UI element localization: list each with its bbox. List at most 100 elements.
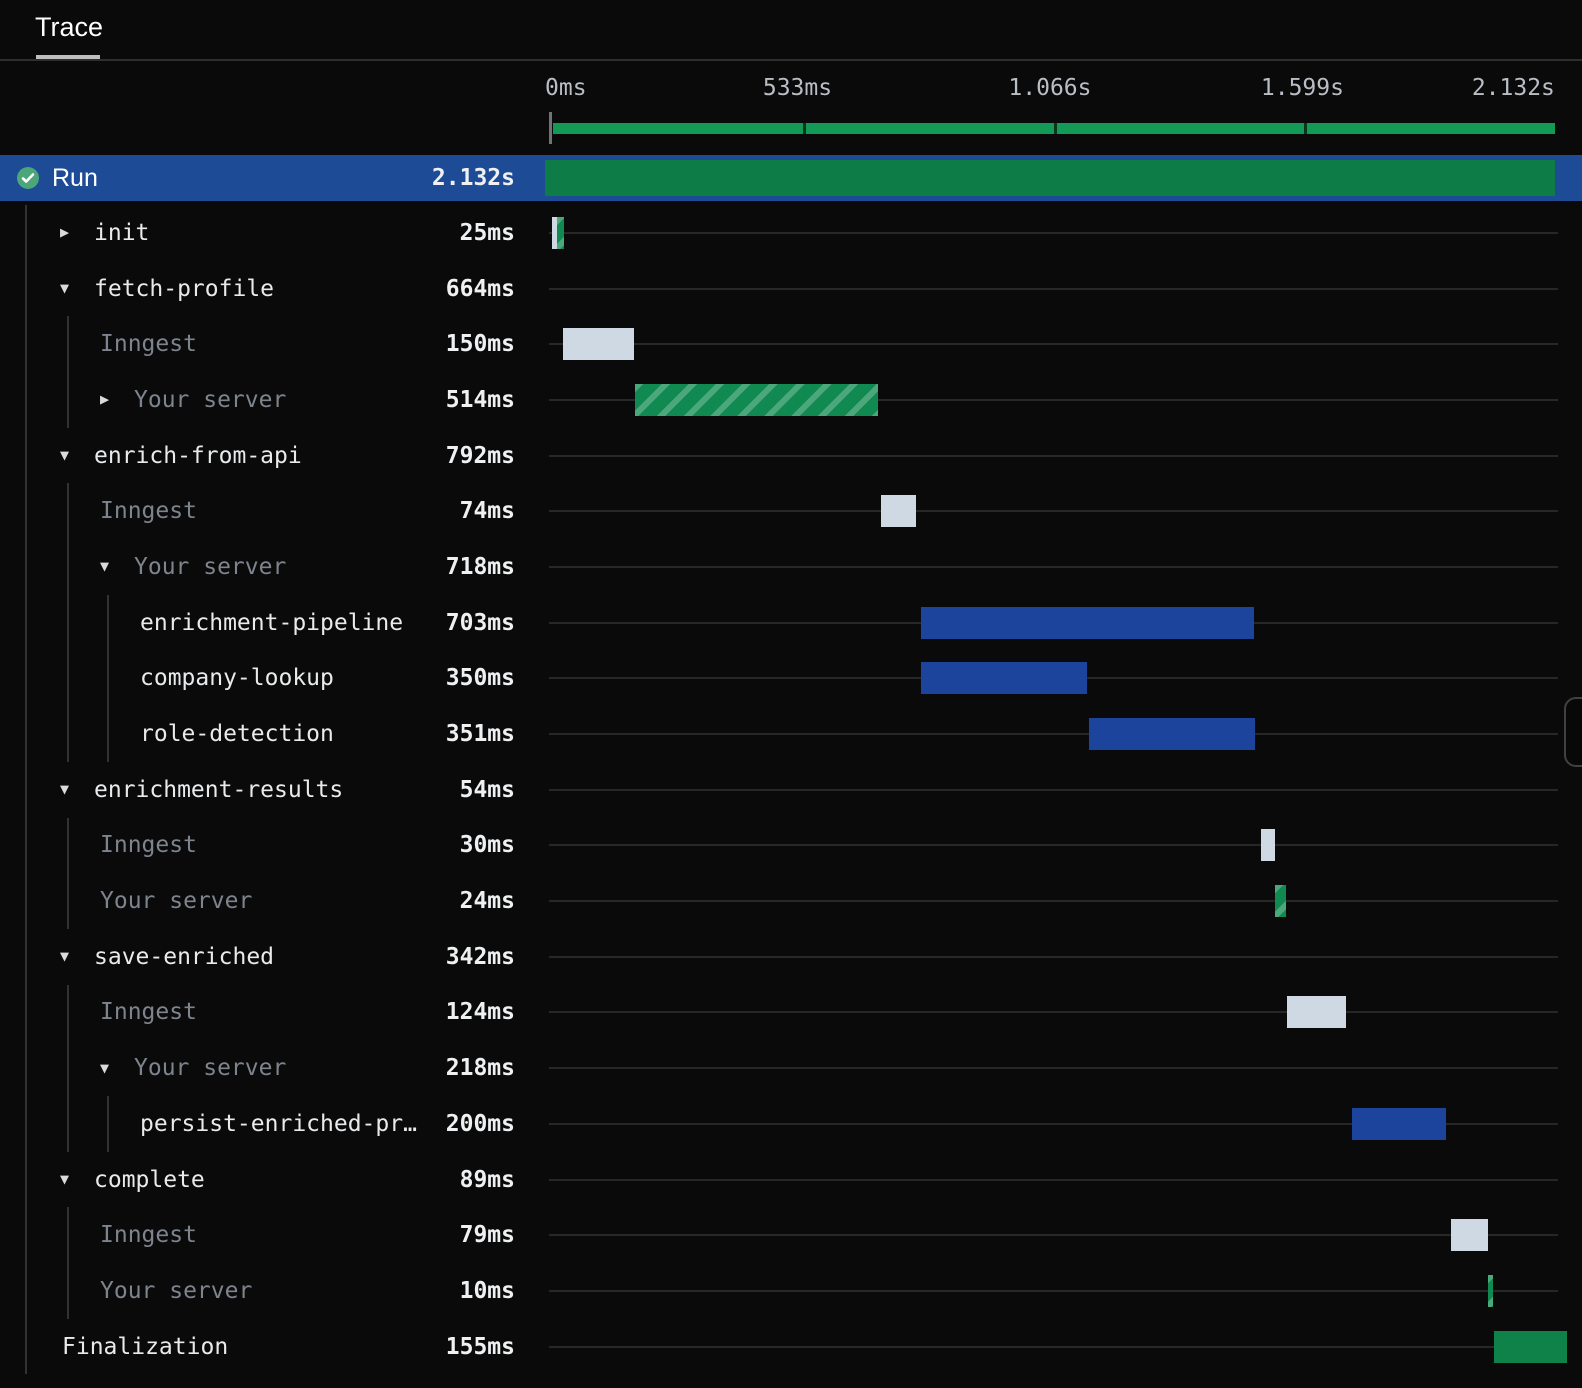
span-bar-blue[interactable]: [921, 662, 1087, 695]
span-duration: 2.132s: [431, 165, 515, 191]
span-label: Inngest: [100, 1222, 197, 1249]
span-label: persist-enriched-pr…: [140, 1110, 417, 1137]
span-duration: 24ms: [459, 888, 515, 915]
span-duration: 155ms: [445, 1333, 515, 1360]
tree-guide-line: [25, 761, 27, 818]
span-bar-blue[interactable]: [1088, 718, 1256, 751]
span-label: complete: [94, 1166, 205, 1193]
span-bar-green-hatch[interactable]: [635, 383, 879, 416]
span-label: Your server: [134, 553, 287, 580]
tree-guide-line: [107, 594, 109, 651]
trace-row-init[interactable]: ▶ init 25ms: [0, 205, 1582, 261]
span-bar-green[interactable]: [545, 160, 1555, 196]
trace-row-your-server[interactable]: Your server 24ms: [0, 873, 1582, 929]
span-duration: 218ms: [445, 1055, 515, 1082]
span-label: Inngest: [100, 331, 197, 358]
axis-tick-label: 1.599s: [1260, 75, 1344, 101]
chevron-right-icon[interactable]: ▶: [60, 225, 76, 240]
tree-guide-line: [107, 1096, 109, 1152]
tree-guide-line: [25, 706, 27, 762]
span-bar-gray[interactable]: [1450, 1219, 1489, 1252]
span-bar-green-hatch[interactable]: [1274, 885, 1287, 918]
span-label: Run: [52, 163, 98, 192]
trace-row-inngest[interactable]: Inngest 79ms: [0, 1207, 1582, 1264]
span-label: role-detection: [140, 721, 334, 748]
minimap-section-divider: [1304, 123, 1308, 134]
span-duration: 351ms: [445, 721, 515, 748]
tree-guide-line: [25, 928, 27, 985]
tree-guide-line: [67, 650, 69, 707]
trace-row-inngest[interactable]: Inngest 124ms: [0, 984, 1582, 1041]
axis-tick-label: 1.066s: [1008, 75, 1092, 101]
trace-row-inngest[interactable]: Inngest 30ms: [0, 817, 1582, 874]
trace-row-run[interactable]: Run 2.132s: [0, 155, 1582, 201]
trace-row-your-server[interactable]: ▼ Your server 718ms: [0, 539, 1582, 595]
scrollbar-thumb[interactable]: [1564, 697, 1582, 767]
span-bar-green-hatch[interactable]: [556, 216, 564, 249]
tab-trace-label: Trace: [35, 12, 104, 42]
span-bar-gray[interactable]: [1260, 829, 1275, 862]
chevron-down-icon[interactable]: ▼: [100, 1060, 116, 1076]
span-bar-gray[interactable]: [562, 328, 635, 361]
trace-row-complete[interactable]: ▼ complete 89ms: [0, 1151, 1582, 1208]
span-bar-green-hatch[interactable]: [1488, 1274, 1493, 1307]
tree-guide-line: [67, 594, 69, 651]
span-label: enrichment-pipeline: [140, 609, 404, 636]
chevron-down-icon[interactable]: ▼: [60, 1172, 76, 1187]
trace-row-company-lookup[interactable]: company-lookup 350ms: [0, 650, 1582, 707]
tree-guide-line: [25, 1040, 27, 1096]
chevron-down-icon[interactable]: ▼: [60, 281, 76, 296]
tree-guide-line: [25, 1151, 27, 1208]
trace-row-inngest[interactable]: Inngest 150ms: [0, 316, 1582, 373]
tree-guide-line: [67, 372, 69, 428]
span-duration: 718ms: [445, 553, 515, 580]
axis-tick-label: 2.132s: [1471, 75, 1555, 101]
span-duration: 74ms: [459, 498, 515, 525]
axis-scale: 0ms 533ms 1.066s 1.599s 2.132s: [545, 61, 1555, 155]
trace-row-enrichment-results[interactable]: ▼ enrichment-results 54ms: [0, 761, 1582, 818]
trace-row-inngest[interactable]: Inngest 74ms: [0, 483, 1582, 540]
trace-row-enrich-from-api[interactable]: ▼ enrich-from-api 792ms: [0, 427, 1582, 484]
tree-guide-line: [67, 1096, 69, 1152]
span-bar-gray[interactable]: [880, 495, 916, 528]
trace-row-persist-enriched-pr[interactable]: persist-enriched-pr… 200ms: [0, 1096, 1582, 1152]
span-duration: 514ms: [445, 386, 515, 413]
tree-guide-line: [25, 873, 27, 929]
chevron-down-icon[interactable]: ▼: [60, 782, 76, 797]
trace-row-fetch-profile[interactable]: ▼ fetch-profile 664ms: [0, 260, 1582, 317]
tree-guide-line: [67, 316, 69, 373]
tree-guide-line: [67, 984, 69, 1041]
trace-row-your-server[interactable]: Your server 10ms: [0, 1263, 1582, 1319]
tab-trace[interactable]: Trace: [35, 12, 103, 43]
trace-row-role-detection[interactable]: role-detection 351ms: [0, 706, 1582, 762]
trace-row-your-server[interactable]: ▶ Your server 514ms: [0, 372, 1582, 428]
span-bar-green-solid[interactable]: [1493, 1330, 1568, 1363]
tree-guide-line: [25, 1096, 27, 1152]
trace-row-your-server[interactable]: ▼ Your server 218ms: [0, 1040, 1582, 1096]
span-bar-blue[interactable]: [1351, 1107, 1447, 1140]
span-duration: 79ms: [459, 1222, 515, 1249]
tree-guide-line: [107, 706, 109, 762]
span-bar-gray[interactable]: [1286, 996, 1346, 1029]
tree-guide-line: [25, 1207, 27, 1264]
span-duration: 30ms: [459, 832, 515, 859]
span-duration: 89ms: [459, 1166, 515, 1193]
span-duration: 54ms: [459, 776, 515, 803]
span-label: Your server: [100, 1277, 253, 1304]
span-duration: 150ms: [445, 331, 515, 358]
chevron-down-icon[interactable]: ▼: [60, 448, 76, 463]
trace-row-save-enriched[interactable]: ▼ save-enriched 342ms: [0, 928, 1582, 985]
span-label: Inngest: [100, 999, 197, 1026]
chevron-right-icon[interactable]: ▶: [100, 392, 116, 407]
span-label: Your server: [100, 888, 253, 915]
trace-row-finalization[interactable]: Finalization 155ms: [0, 1318, 1582, 1375]
span-bar-blue[interactable]: [921, 606, 1255, 639]
chevron-down-icon[interactable]: ▼: [100, 559, 116, 574]
tree-guide-line: [25, 372, 27, 428]
tree-guide-line: [67, 539, 69, 595]
timeline-minimap[interactable]: [553, 123, 1555, 134]
span-label: Inngest: [100, 832, 197, 859]
trace-row-enrichment-pipeline[interactable]: enrichment-pipeline 703ms: [0, 594, 1582, 651]
chevron-down-icon[interactable]: ▼: [60, 949, 76, 964]
tree-guide-line: [25, 483, 27, 540]
